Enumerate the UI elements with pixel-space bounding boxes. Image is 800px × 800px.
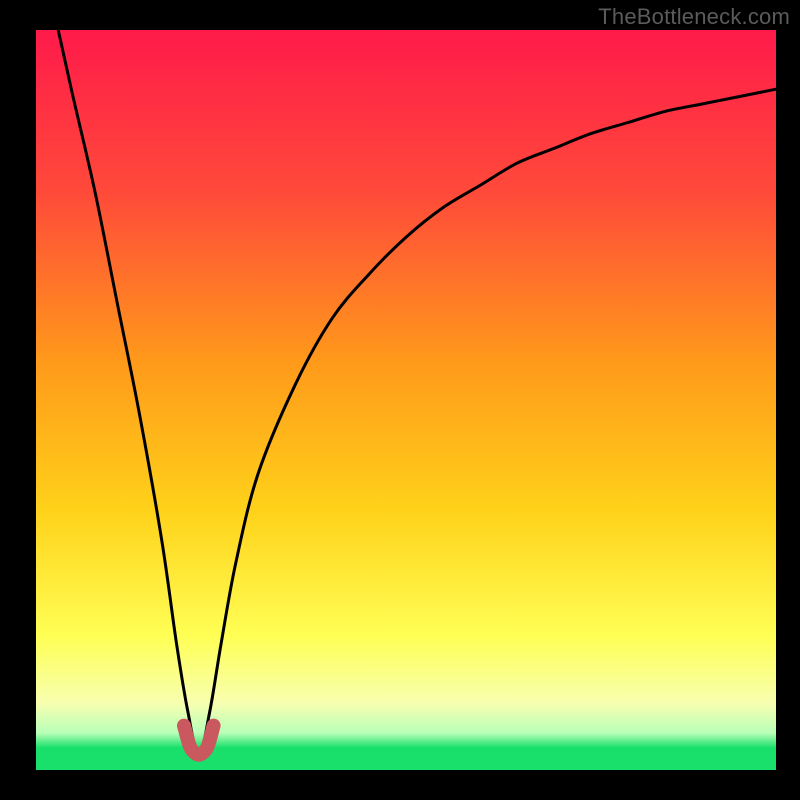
watermark-text: TheBottleneck.com <box>598 4 790 30</box>
bottleneck-chart <box>0 0 800 800</box>
gradient-background <box>36 30 776 770</box>
chart-frame: TheBottleneck.com <box>0 0 800 800</box>
